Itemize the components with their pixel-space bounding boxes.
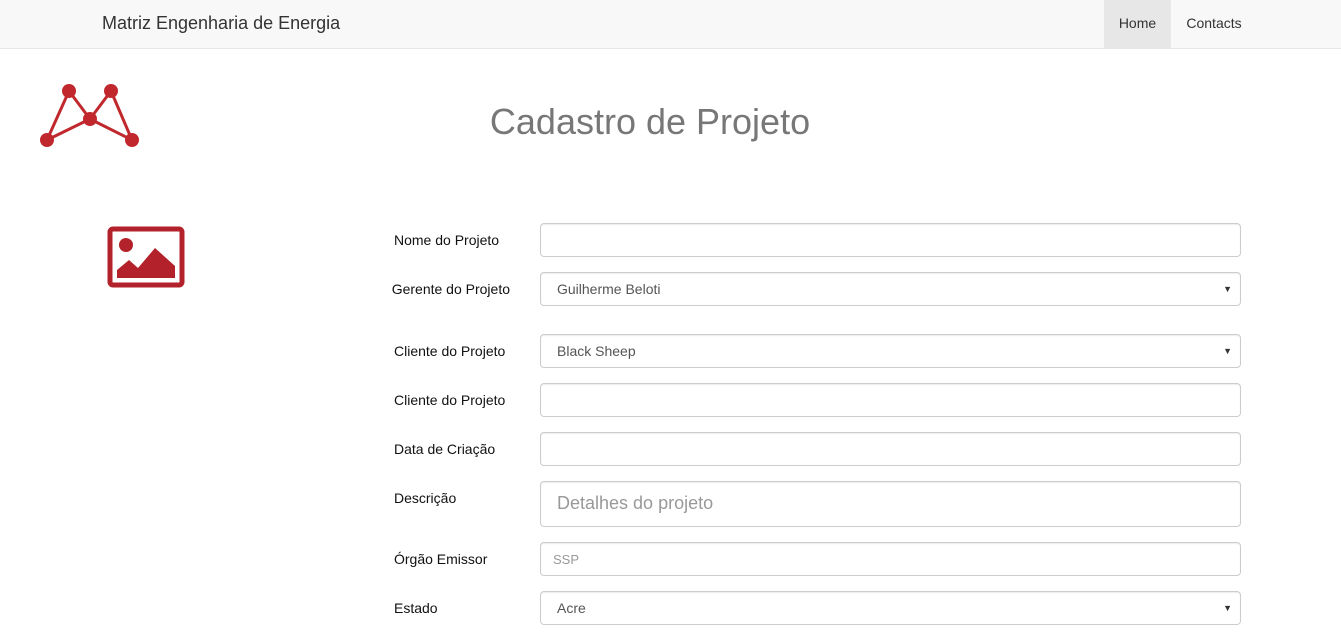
label-orgao-emissor: Órgão Emissor — [394, 551, 488, 567]
orgao-emissor-input[interactable] — [540, 542, 1241, 576]
gerente-projeto-select[interactable]: Guilherme Beloti ▼ — [540, 272, 1241, 306]
gerente-projeto-value: Guilherme Beloti — [557, 281, 661, 297]
label-nome-projeto: Nome do Projeto — [394, 232, 500, 248]
caret-down-icon: ▼ — [1223, 603, 1232, 613]
label-descricao: Descrição — [394, 490, 457, 506]
nome-projeto-input[interactable] — [540, 223, 1241, 257]
navbar-brand[interactable]: Matriz Engenharia de Energia — [102, 13, 340, 34]
estado-value: Acre — [557, 600, 586, 616]
navbar: Matriz Engenharia de Energia Home Contac… — [0, 0, 1341, 49]
descricao-textarea[interactable] — [540, 481, 1241, 527]
matriz-logo-icon — [40, 84, 139, 147]
image-placeholder-icon[interactable] — [107, 226, 187, 290]
label-gerente-projeto: Gerente do Projeto — [391, 281, 510, 297]
caret-down-icon: ▼ — [1223, 346, 1232, 356]
cliente-projeto-value: Black Sheep — [557, 343, 636, 359]
cliente-projeto-input[interactable] — [540, 383, 1241, 417]
nav-contacts[interactable]: Contacts — [1171, 0, 1257, 48]
cliente-projeto-select[interactable]: Black Sheep ▼ — [540, 334, 1241, 368]
label-cliente-projeto-2: Cliente do Projeto — [394, 392, 506, 408]
page-title: Cadastro de Projeto — [489, 101, 811, 142]
label-data-criacao: Data de Criação — [394, 441, 496, 457]
label-cliente-projeto: Cliente do Projeto — [394, 343, 506, 359]
estado-select[interactable]: Acre ▼ — [540, 591, 1241, 625]
data-criacao-input[interactable] — [540, 432, 1241, 466]
caret-down-icon: ▼ — [1223, 284, 1232, 294]
nav-home[interactable]: Home — [1104, 0, 1171, 48]
label-estado: Estado — [394, 600, 438, 616]
